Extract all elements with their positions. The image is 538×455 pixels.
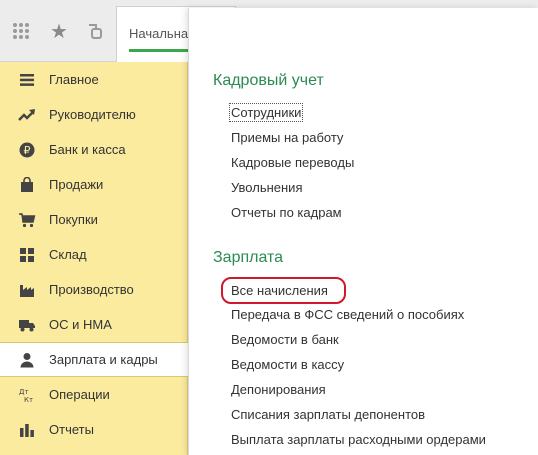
link-cash-order-payouts[interactable]: Выплата зарплаты расходными ордерами (231, 432, 486, 447)
section-title-hr: Кадровый учет (213, 72, 324, 89)
sidebar-item-reports[interactable]: Отчеты (0, 412, 188, 447)
link-bank-statements[interactable]: Ведомости в банк (231, 332, 339, 347)
sidebar-item-label: Главное (49, 72, 99, 87)
factory-icon (18, 281, 36, 299)
section-commands-panel: Кадровый учет Сотрудники Приемы на работ… (188, 8, 538, 455)
svg-text:Дт: Дт (19, 388, 29, 396)
sidebar-item-label: Зарплата и кадры (49, 352, 158, 367)
sidebar-item-label: Руководителю (49, 107, 136, 122)
debit-credit-icon: Дт Кт (18, 386, 36, 404)
shopping-cart-icon (18, 211, 36, 229)
sidebar-item-label: Отчеты (49, 422, 94, 437)
history-icon[interactable] (76, 0, 114, 62)
sidebar-item-production[interactable]: Производство (0, 272, 188, 307)
sections-sidebar: Главное Руководителю ₽ Банк и касса Прод… (0, 62, 188, 455)
sidebar-item-label: Производство (49, 282, 134, 297)
link-transfers[interactable]: Кадровые переводы (231, 155, 354, 170)
sidebar-item-label: Склад (49, 247, 87, 262)
sidebar-item-warehouse[interactable]: Склад (0, 237, 188, 272)
trend-up-icon (18, 106, 36, 124)
sidebar-item-manager[interactable]: Руководителю (0, 97, 188, 132)
sidebar-item-salary-hr[interactable]: Зарплата и кадры (0, 342, 188, 377)
sidebar-item-purchases[interactable]: Покупки (0, 202, 188, 237)
favorites-star-icon[interactable]: ★ (40, 0, 78, 62)
link-deposits[interactable]: Депонирования (231, 382, 326, 397)
svg-text:₽: ₽ (24, 144, 31, 157)
sidebar-item-bank[interactable]: ₽ Банк и касса (0, 132, 188, 167)
tab-home-label: Начальна (129, 26, 189, 41)
sidebar-item-main[interactable]: Главное (0, 62, 188, 97)
section-title-salary: Зарплата (213, 249, 284, 266)
link-dismissals[interactable]: Увольнения (231, 180, 302, 195)
link-hr-reports[interactable]: Отчеты по кадрам (231, 205, 342, 220)
bar-chart-icon (18, 421, 36, 439)
warehouse-grid-icon (18, 246, 36, 264)
menu-icon (18, 71, 36, 89)
apps-grid-icon[interactable] (2, 0, 40, 62)
sidebar-item-label: Банк и касса (49, 142, 126, 157)
svg-text:Кт: Кт (24, 396, 33, 403)
sidebar-item-assets[interactable]: ОС и НМА (0, 307, 188, 342)
ruble-coin-icon: ₽ (18, 141, 36, 159)
link-all-accruals[interactable]: Все начисления (231, 283, 328, 298)
sidebar-item-label: Покупки (49, 212, 98, 227)
link-hirings[interactable]: Приемы на работу (231, 130, 343, 145)
link-cash-statements[interactable]: Ведомости в кассу (231, 357, 344, 372)
sidebar-item-label: Операции (49, 387, 110, 402)
link-deposit-writeoffs[interactable]: Списания зарплаты депонентов (231, 407, 425, 422)
link-fss-transfer[interactable]: Передача в ФСС сведений о пособиях (231, 307, 464, 322)
sidebar-item-label: ОС и НМА (49, 317, 112, 332)
sidebar-item-sales[interactable]: Продажи (0, 167, 188, 202)
shopping-bag-icon (18, 176, 36, 194)
sidebar-item-label: Продажи (49, 177, 104, 192)
sidebar-item-operations[interactable]: Дт Кт Операции (0, 377, 188, 412)
person-icon (18, 351, 36, 369)
link-employees[interactable]: Сотрудники (228, 103, 304, 122)
truck-icon (18, 316, 36, 334)
